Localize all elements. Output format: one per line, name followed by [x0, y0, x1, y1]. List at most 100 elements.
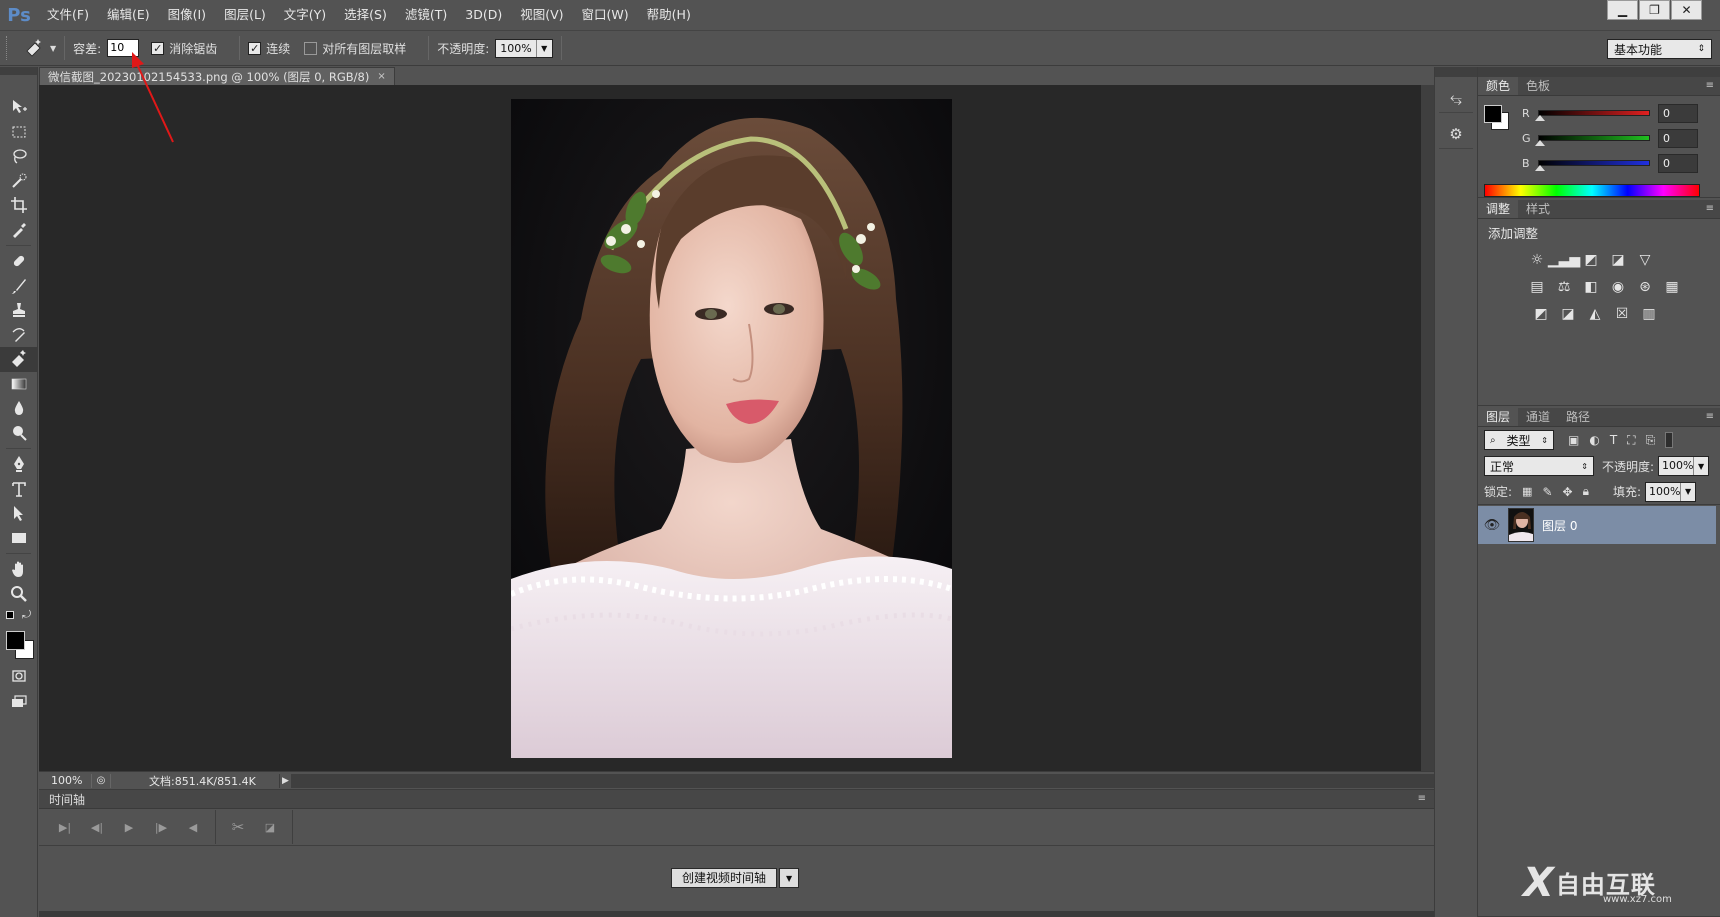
opacity-dropdown[interactable]: 100% ▼ [495, 38, 553, 58]
options-grip[interactable] [6, 36, 14, 60]
pen-tool-icon[interactable] [0, 452, 38, 477]
split-scissors-icon[interactable]: ✂ [222, 818, 254, 836]
all-layers-checkbox[interactable]: 对所有图层取样 [304, 40, 406, 57]
tool-preset-picker[interactable]: ▼ [24, 39, 56, 57]
document-image[interactable] [511, 99, 952, 758]
hue-saturation-icon[interactable]: ▤ [1526, 278, 1548, 296]
menu-select[interactable]: 选择(S) [335, 0, 396, 30]
panel-menu-icon[interactable]: ≡ [1706, 203, 1714, 214]
layer-row[interactable]: 👁︎ 图层 0 [1478, 506, 1716, 544]
filter-pixel-icon[interactable]: ▣ [1568, 433, 1579, 447]
red-slider[interactable]: R 0 [1478, 103, 1720, 123]
filter-toggle[interactable] [1665, 432, 1674, 448]
blue-track[interactable] [1538, 160, 1650, 166]
swap-colors-icon[interactable]: ⤾ [22, 608, 31, 622]
slider-thumb[interactable] [1535, 115, 1545, 121]
fill-dropdown[interactable]: 100% ▼ [1645, 481, 1697, 502]
panel-menu-icon[interactable]: ≡ [1418, 793, 1426, 804]
blur-tool-icon[interactable] [0, 396, 38, 421]
brush-tool-icon[interactable] [0, 274, 38, 299]
photo-filter-icon[interactable]: ◉ [1607, 278, 1629, 296]
lasso-tool-icon[interactable] [0, 144, 38, 169]
filter-type-icon[interactable]: T [1610, 433, 1617, 447]
document-tab[interactable]: 微信截图_20230102154533.png @ 100% (图层 0, RG… [39, 67, 395, 85]
brightness-icon[interactable]: ☼ [1526, 251, 1548, 269]
screen-mode-icon[interactable] [0, 689, 38, 714]
history-icon[interactable]: ◎ [91, 773, 111, 788]
slider-thumb[interactable] [1535, 165, 1545, 171]
menu-window[interactable]: 窗口(W) [573, 0, 638, 30]
filter-kind-dropdown[interactable]: ⌕ 类型 ⇕ [1484, 430, 1554, 450]
vertical-scrollbar[interactable] [1421, 85, 1434, 771]
play-icon[interactable]: ▶ [113, 821, 145, 834]
close-tab-icon[interactable]: × [377, 71, 385, 82]
tab-color[interactable]: 颜色 [1478, 77, 1519, 95]
foreground-color-swatch[interactable] [6, 631, 25, 650]
quick-select-tool-icon[interactable] [0, 169, 38, 194]
tab-channels[interactable]: 通道 [1518, 408, 1558, 426]
lock-position-icon[interactable]: ✥ [1563, 485, 1573, 499]
tab-adjustments[interactable]: 调整 [1478, 200, 1519, 218]
menu-help[interactable]: 帮助(H) [638, 0, 700, 30]
tab-layers[interactable]: 图层 [1478, 408, 1519, 426]
menu-3d[interactable]: 3D(D) [456, 0, 511, 30]
lock-paint-icon[interactable]: ✎ [1542, 485, 1552, 499]
posterize-icon[interactable]: ◪ [1557, 305, 1579, 323]
zoom-tool-icon[interactable] [0, 582, 38, 607]
next-frame-icon[interactable]: |▶ [145, 821, 177, 834]
crop-tool-icon[interactable] [0, 193, 38, 218]
filter-shape-icon[interactable]: ⛶ [1627, 433, 1635, 448]
black-white-icon[interactable]: ◧ [1580, 278, 1602, 296]
blue-slider[interactable]: B 0 [1478, 153, 1720, 173]
type-tool-icon[interactable] [0, 477, 38, 502]
first-frame-icon[interactable]: ▶| [49, 821, 81, 834]
green-value[interactable]: 0 [1658, 128, 1698, 148]
green-slider[interactable]: G 0 [1478, 128, 1720, 148]
slider-thumb[interactable] [1535, 140, 1545, 146]
timeline-title[interactable]: 时间轴 [49, 791, 85, 808]
restore-button[interactable]: ❐ [1639, 0, 1670, 20]
rectangle-tool-icon[interactable] [0, 526, 38, 551]
eraser-tool-icon[interactable] [0, 347, 38, 372]
blend-mode-dropdown[interactable]: 正常 ⇕ [1484, 456, 1594, 476]
blue-value[interactable]: 0 [1658, 153, 1698, 173]
invert-icon[interactable]: ◩ [1530, 305, 1552, 323]
history-brush-tool-icon[interactable] [0, 323, 38, 348]
move-tool-icon[interactable] [0, 95, 38, 120]
red-track[interactable] [1538, 110, 1650, 116]
marquee-tool-icon[interactable] [0, 120, 38, 145]
healing-brush-tool-icon[interactable] [0, 249, 38, 274]
eye-icon[interactable]: 👁︎ [1478, 518, 1506, 533]
close-button[interactable]: ✕ [1671, 0, 1702, 20]
audio-icon[interactable]: ◀ [177, 821, 209, 834]
menu-edit[interactable]: 编辑(E) [98, 0, 159, 30]
panel-menu-icon[interactable]: ≡ [1706, 411, 1714, 422]
menu-file[interactable]: 文件(F) [38, 0, 98, 30]
threshold-icon[interactable]: ◭ [1584, 305, 1606, 323]
chevron-down-icon[interactable]: ▼ [779, 868, 800, 888]
path-select-tool-icon[interactable] [0, 501, 38, 526]
panel-menu-icon[interactable]: ≡ [1706, 80, 1714, 91]
hand-tool-icon[interactable] [0, 557, 38, 582]
levels-icon[interactable]: ▁▃▅ [1548, 251, 1580, 269]
workspace-dropdown[interactable]: 基本功能 ⇕ [1607, 39, 1712, 59]
clone-stamp-tool-icon[interactable] [0, 298, 38, 323]
menu-image[interactable]: 图像(I) [159, 0, 215, 30]
vibrance-icon[interactable]: ▽ [1634, 251, 1656, 269]
tab-paths[interactable]: 路径 [1558, 408, 1598, 426]
transition-icon[interactable]: ◪ [254, 821, 286, 834]
play-arrow-icon[interactable]: ▶ [279, 773, 291, 788]
color-balance-icon[interactable]: ⚖ [1553, 278, 1575, 296]
timeline-scrollbar[interactable] [39, 911, 1434, 917]
prev-frame-icon[interactable]: ◀| [81, 821, 113, 834]
exposure-icon[interactable]: ◪ [1607, 251, 1629, 269]
menu-layer[interactable]: 图层(L) [215, 0, 275, 30]
contiguous-checkbox[interactable]: ✓ 连续 [248, 40, 290, 57]
lock-transparent-icon[interactable]: ▦ [1522, 485, 1532, 498]
create-video-timeline-button[interactable]: 创建视频时间轴 [671, 868, 778, 888]
gradient-map-icon[interactable]: ▥ [1638, 305, 1660, 323]
tab-styles[interactable]: 样式 [1518, 200, 1558, 218]
curves-icon[interactable]: ◩ [1580, 251, 1602, 269]
history-panel-icon[interactable]: ⥃ [1439, 83, 1473, 113]
red-value[interactable]: 0 [1658, 103, 1698, 123]
